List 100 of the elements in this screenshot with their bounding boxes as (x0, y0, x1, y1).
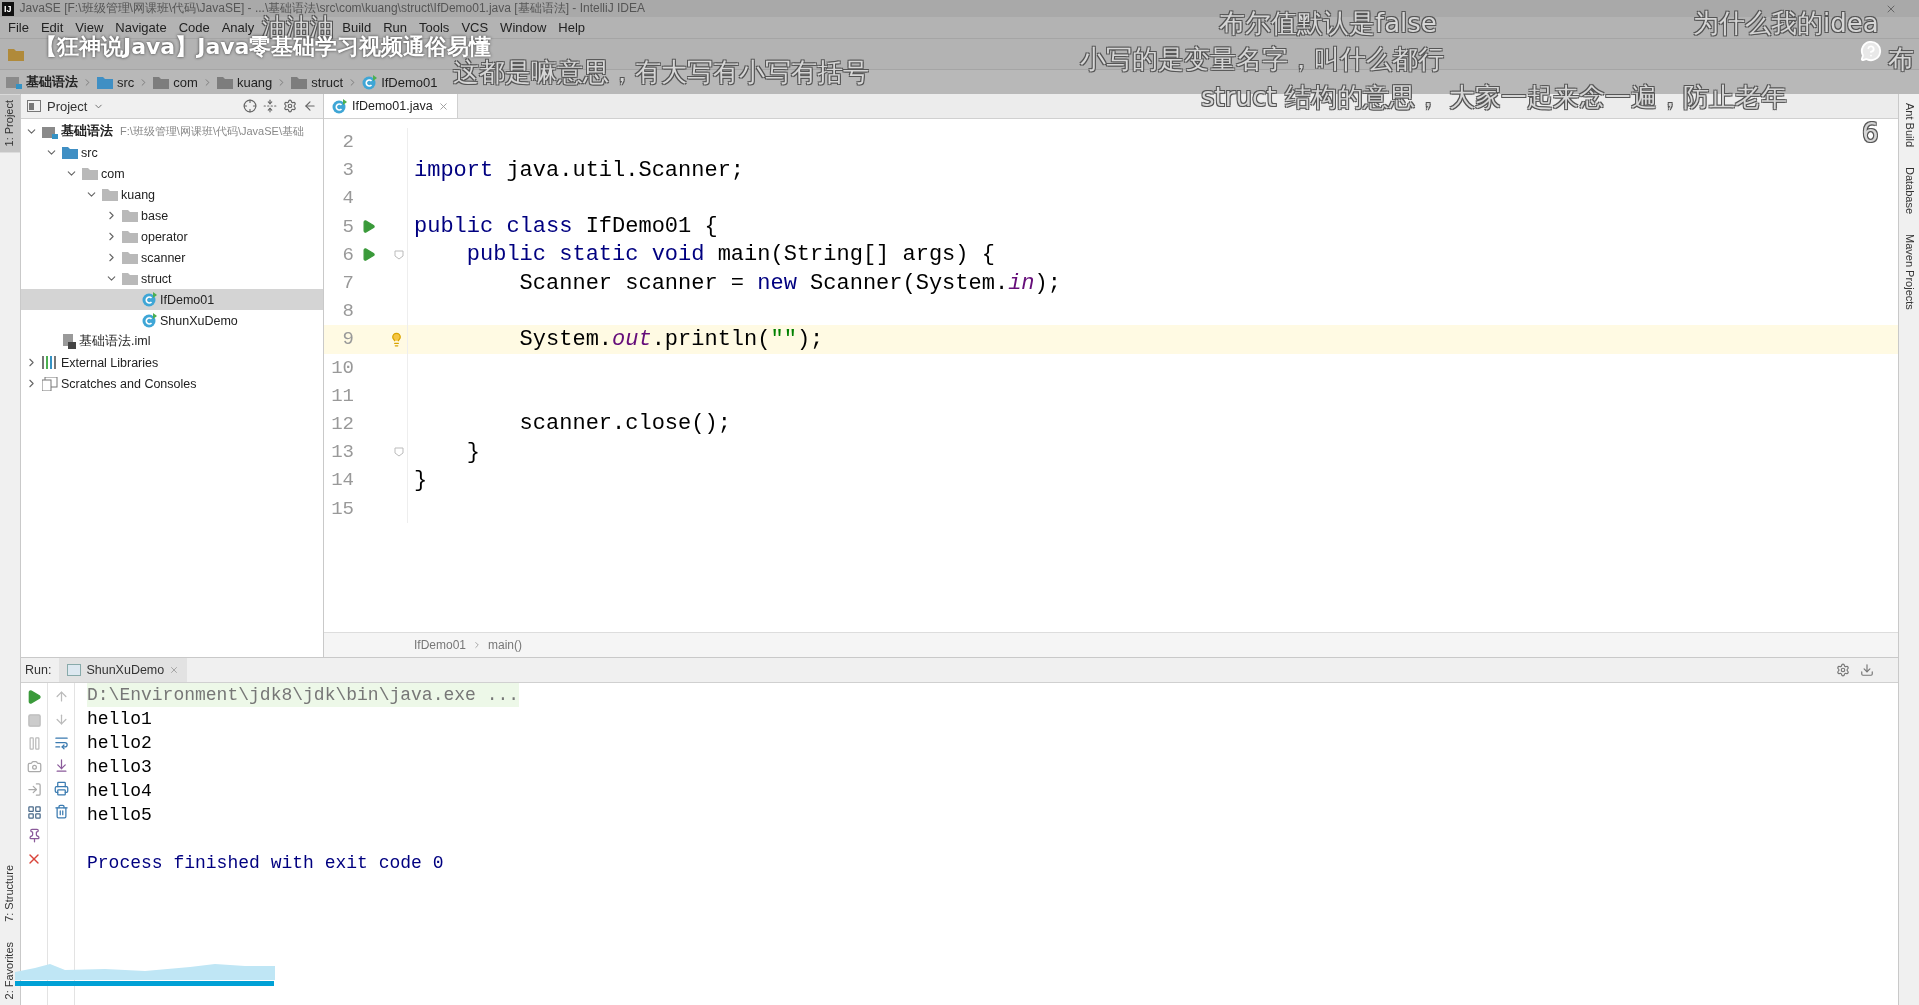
tree-item[interactable]: Scratches and Consoles (21, 373, 323, 394)
tool-window-tab[interactable]: 7: Structure (0, 858, 20, 928)
editor-tab[interactable]: IfDemo01.java (324, 94, 458, 118)
tree-label: com (101, 166, 125, 181)
up-icon[interactable] (53, 689, 69, 704)
line-number: 4 (341, 187, 354, 210)
login-icon[interactable] (26, 782, 42, 797)
breadcrumb-item[interactable]: IfDemo01 (381, 74, 438, 90)
console-line: hello1 (87, 708, 152, 731)
tree-item[interactable]: External Libraries (21, 352, 323, 373)
breadcrumb-item[interactable]: main() (488, 638, 523, 652)
tree-label: External Libraries (61, 355, 159, 370)
breadcrumb-item[interactable]: src (117, 74, 135, 90)
tool-window-tab[interactable]: Maven Projects (1899, 231, 1919, 313)
settings-icon[interactable] (283, 99, 297, 113)
collapse-all-icon[interactable] (263, 99, 277, 113)
tree-item[interactable]: base (21, 205, 323, 226)
hide-icon[interactable] (1860, 663, 1874, 677)
tree-item[interactable]: com (21, 163, 323, 184)
tree-item[interactable]: struct (21, 268, 323, 289)
tool-window-tab[interactable]: 2: Favorites (0, 935, 20, 1005)
breadcrumb-item[interactable]: IfDemo01 (414, 638, 467, 652)
tree-item[interactable]: operator (21, 226, 323, 247)
line-number: 13 (330, 441, 354, 464)
menu-item[interactable]: Build (336, 20, 378, 35)
line-number: 3 (341, 159, 354, 182)
tree-item[interactable]: kuang (21, 184, 323, 205)
code-line: } (465, 439, 480, 465)
menu-item[interactable]: File (2, 20, 35, 35)
tree-item[interactable]: IfDemo01 (21, 289, 323, 310)
run-tab[interactable]: ShunXuDemo (59, 658, 188, 682)
folder-icon (153, 75, 170, 89)
lightbulb-icon[interactable] (389, 331, 404, 347)
locate-icon[interactable] (243, 99, 257, 113)
console-line: hello3 (87, 756, 152, 779)
class-icon (332, 98, 347, 114)
folder-icon (122, 251, 138, 264)
settings-icon[interactable] (1836, 663, 1850, 677)
menu-item[interactable]: Navigate (109, 20, 173, 35)
camera-icon[interactable] (26, 759, 42, 774)
rerun-icon[interactable] (26, 689, 42, 705)
code-line: public class IfDemo01 { (413, 214, 718, 240)
tree-label: scanner (141, 250, 186, 265)
menu-item[interactable]: Help (552, 20, 592, 35)
console-line: hello4 (87, 780, 152, 803)
window-title: JavaSE [F:\班级管理\网课班\代码\JavaSE] - ...\基础语法\src\com\kuang\struct\IfDemo01.java [基础语法] - IntelliJ IDEA (19, 0, 645, 15)
menu-item[interactable]: VCS (455, 20, 495, 35)
trash-icon[interactable] (53, 804, 69, 819)
tree-label: 基础语法.iml (79, 333, 151, 350)
tree-label: base (141, 208, 169, 223)
console-icon (67, 664, 82, 676)
breadcrumb-item[interactable]: struct (311, 74, 344, 90)
breadcrumb-item[interactable]: com (173, 74, 198, 90)
line-number: 14 (330, 469, 354, 492)
folder-icon (62, 146, 78, 159)
module-path: F:\班级管理\网课班\代码\JavaSE\基础 (120, 124, 304, 139)
danmaku-comment: 小写的是变量名字，叫什么都行 (1080, 46, 1444, 72)
wrap-icon[interactable] (53, 735, 69, 750)
breadcrumb-item[interactable]: kuang (236, 74, 273, 90)
print-icon[interactable] (53, 781, 69, 796)
close-icon[interactable] (169, 665, 180, 675)
help-icon[interactable] (1860, 40, 1882, 62)
tree-label: ShunXuDemo (160, 313, 238, 328)
down-icon[interactable] (53, 712, 69, 727)
run-gutter-icon[interactable] (361, 219, 376, 235)
code-line: import java.util.Scanner; (413, 157, 745, 183)
tool-window-tab[interactable]: Ant Build (1899, 100, 1919, 151)
menu-item[interactable]: Window (494, 20, 553, 35)
pin-icon[interactable] (26, 828, 42, 843)
tree-item[interactable]: 基础语法 F:\班级管理\网课班\代码\JavaSE\基础 (21, 121, 323, 142)
panel-title[interactable]: Project (47, 98, 88, 114)
console-line: Process finished with exit code 0 (87, 852, 444, 875)
panel-icon (27, 100, 41, 112)
tree-item[interactable]: src (21, 142, 323, 163)
tree-label: Scratches and Consoles (61, 376, 197, 391)
menu-item[interactable]: Analy (215, 20, 261, 35)
line-number: 9 (341, 328, 354, 351)
breadcrumb-item[interactable]: 基础语法 (26, 73, 78, 91)
line-number: 15 (330, 497, 354, 520)
tree-item[interactable]: 基础语法.iml (21, 331, 323, 352)
file-icon (62, 334, 76, 349)
hide-icon[interactable] (303, 99, 317, 113)
menu-item[interactable]: View (69, 20, 110, 35)
console-line: hello2 (87, 732, 152, 755)
code-line: public static void main(String[] args) { (465, 242, 995, 268)
tool-window-tab[interactable]: 1: Project (0, 94, 20, 153)
close-icon[interactable] (437, 100, 449, 112)
menu-item[interactable]: Edit (34, 20, 70, 35)
tree-label: kuang (121, 187, 156, 202)
layout-icon[interactable] (26, 805, 42, 820)
run-gutter-icon[interactable] (361, 247, 376, 263)
menu-item[interactable]: Run (377, 20, 413, 35)
danmaku-comment: 6 (1862, 120, 1879, 146)
tool-window-tab[interactable]: Database (1899, 164, 1919, 218)
menu-item[interactable]: Tools (413, 20, 456, 35)
tree-item[interactable]: scanner (21, 247, 323, 268)
tree-item[interactable]: ShunXuDemo (21, 310, 323, 331)
code-line: } (413, 467, 428, 493)
run-label: Run: (25, 663, 52, 677)
menu-item[interactable]: Code (172, 20, 216, 35)
